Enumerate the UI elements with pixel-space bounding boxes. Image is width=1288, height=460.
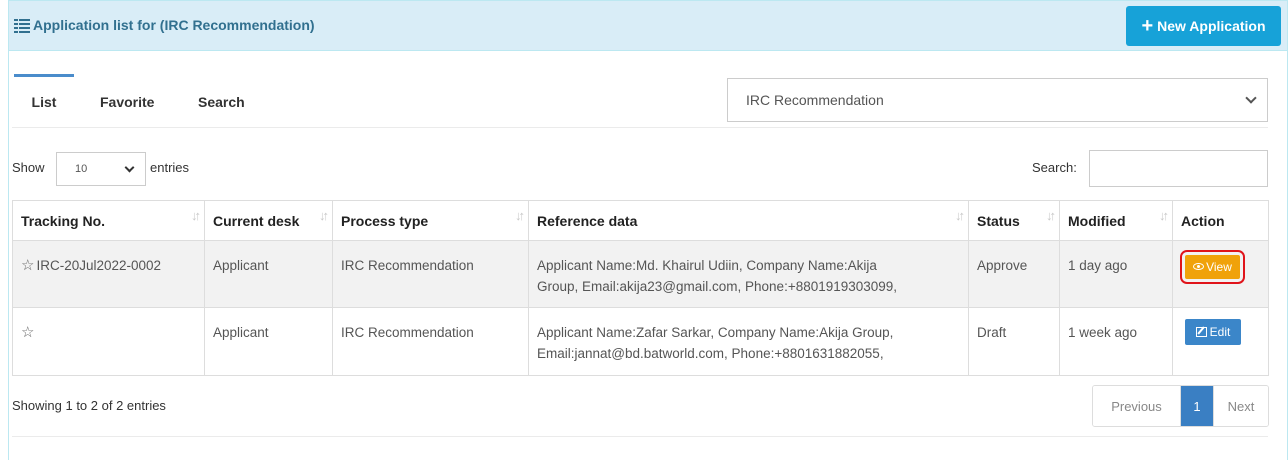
pagination-next[interactable]: Next [1213, 386, 1268, 426]
column-header-status[interactable]: Status ↓↑ [968, 200, 1060, 241]
reference-line: Applicant Name:Zafar Sarkar, Company Nam… [537, 325, 894, 340]
sort-icon: ↓↑ [1046, 208, 1056, 223]
edit-button[interactable]: Edit [1185, 319, 1241, 345]
tracking-no-text: IRC-20Jul2022-0002 [36, 258, 162, 273]
search-input[interactable] [1089, 150, 1268, 187]
process-type-select[interactable]: IRC Recommendation [727, 78, 1268, 122]
tab-favorite[interactable]: Favorite [100, 74, 154, 128]
cell-reference-data: Applicant Name:Md. Khairul Udiin, Compan… [528, 240, 969, 308]
tab-list[interactable]: List [14, 74, 74, 128]
cell-modified: 1 week ago [1059, 307, 1173, 376]
cell-status: Approve [968, 240, 1060, 308]
show-label: Show [12, 160, 45, 175]
cell-process-type: IRC Recommendation [332, 240, 529, 308]
page-title-text: Application list for (IRC Recommendation… [33, 17, 315, 33]
eye-icon [1193, 263, 1205, 270]
cell-action: Edit [1172, 307, 1269, 376]
cell-action: View [1172, 240, 1269, 308]
star-outline-icon[interactable]: ☆ [21, 257, 34, 274]
table-info: Showing 1 to 2 of 2 entries [12, 398, 166, 413]
column-header-process-type[interactable]: Process type ↓↑ [332, 200, 529, 241]
column-header-reference-data[interactable]: Reference data ↓↑ [528, 200, 969, 241]
edit-button-label: Edit [1209, 325, 1231, 339]
sort-icon: ↓↑ [955, 208, 965, 223]
cell-current-desk: Applicant [204, 307, 333, 376]
tab-search[interactable]: Search [198, 74, 245, 128]
cell-tracking-no: ☆ [12, 307, 205, 376]
panel-heading: Application list for (IRC Recommendation… [9, 1, 1287, 51]
page-title: Application list for (IRC Recommendation… [14, 17, 315, 33]
view-button[interactable]: View [1180, 249, 1245, 284]
divider [12, 436, 1268, 437]
entries-per-page-select[interactable]: 10 [56, 152, 146, 186]
chevron-down-icon [124, 162, 135, 173]
edit-icon [1195, 327, 1207, 337]
sort-icon: ↓↑ [515, 208, 525, 223]
process-type-select-value: IRC Recommendation [746, 92, 884, 108]
column-header-action: Action [1172, 200, 1269, 241]
column-header-current-desk[interactable]: Current desk ↓↑ [204, 200, 333, 241]
column-header-modified[interactable]: Modified ↓↑ [1059, 200, 1173, 241]
pagination-previous[interactable]: Previous [1093, 386, 1181, 426]
cell-current-desk: Applicant [204, 240, 333, 308]
reference-line: Email:jannat@bd.batworld.com, Phone:+880… [537, 346, 884, 361]
star-outline-icon[interactable]: ☆ [21, 324, 34, 341]
cell-tracking-no: ☆ IRC-20Jul2022-0002 [12, 240, 205, 308]
sort-icon: ↓↑ [319, 208, 329, 223]
table-row: ☆ IRC-20Jul2022-0002 Applicant IRC Recomm… [12, 240, 1269, 308]
applications-table: Tracking No. ↓↑ Current desk ↓↑ Process ty… [12, 200, 1269, 376]
cell-reference-data: Applicant Name:Zafar Sarkar, Company Nam… [528, 307, 969, 376]
table-row: ☆ Applicant IRC Recommendation Applicant… [12, 307, 1269, 376]
column-header-tracking-no[interactable]: Tracking No. ↓↑ [12, 200, 205, 241]
new-application-button[interactable]: + New Application [1126, 6, 1281, 46]
reference-line: Applicant Name:Md. Khairul Udiin, Compan… [537, 258, 877, 273]
cell-status: Draft [968, 307, 1060, 376]
cell-modified: 1 day ago [1059, 240, 1173, 308]
cell-process-type: IRC Recommendation [332, 307, 529, 376]
new-application-label: New Application [1157, 18, 1266, 34]
entries-per-page-value: 10 [75, 163, 88, 175]
plus-icon: + [1141, 15, 1154, 37]
list-icon [14, 18, 30, 33]
sort-icon: ↓↑ [1159, 208, 1169, 223]
pagination: Previous 1 Next [1092, 385, 1269, 427]
search-label: Search: [1032, 160, 1077, 175]
reference-line: Group, Email:akija23@gmail.com, Phone:+8… [537, 279, 898, 294]
entries-label: entries [150, 160, 190, 175]
pagination-page-1[interactable]: 1 [1181, 386, 1213, 426]
view-button-label: View [1206, 259, 1232, 274]
sort-icon: ↓↑ [191, 208, 201, 223]
table-header-row: Tracking No. ↓↑ Current desk ↓↑ Process ty… [12, 200, 1269, 241]
chevron-down-icon [1245, 92, 1257, 104]
